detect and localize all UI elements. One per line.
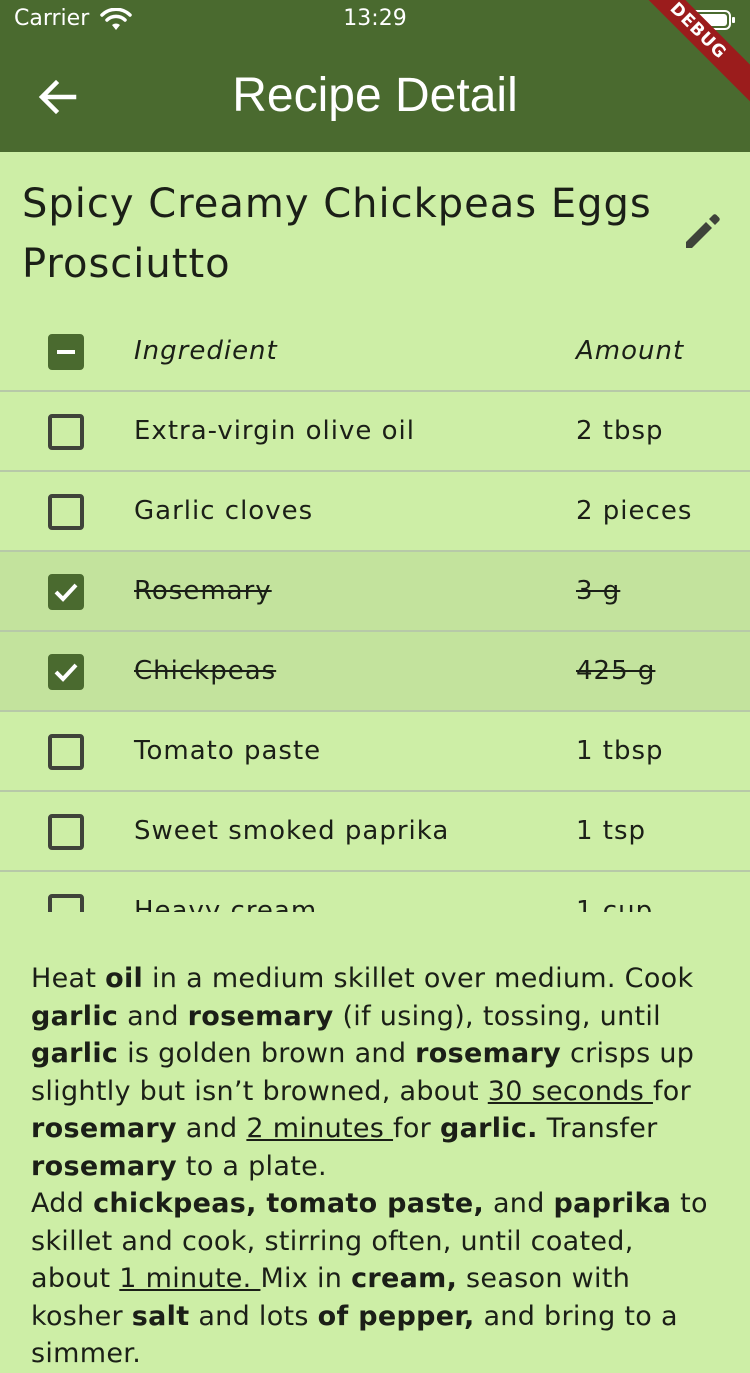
ingredient-name: Sweet smoked paprika <box>134 816 450 846</box>
ingredient-highlight: paprika <box>553 1188 672 1219</box>
ingredient-highlight: salt <box>131 1300 190 1332</box>
ingredient-column-header: Ingredient <box>134 336 278 366</box>
instruction-text: Transfer <box>537 1113 658 1144</box>
ingredient-name: Heavy cream <box>134 896 318 912</box>
instruction-text: Add <box>31 1188 94 1219</box>
ingredient-amount: 1 tbsp <box>576 736 664 766</box>
instruction-text: to a plate. <box>176 1150 327 1182</box>
ingredients-table: Ingredient Amount Extra-virgin olive oil… <box>0 312 750 912</box>
debug-label: DEBUG <box>620 0 750 111</box>
table-row[interactable]: Rosemary 3 g <box>0 552 750 632</box>
table-row[interactable]: Chickpeas 425 g <box>0 632 750 712</box>
instruction-paragraph: Add chickpeas, tomato paste, and paprika… <box>31 1185 721 1373</box>
timer-link[interactable]: 2 minutes <box>246 1113 393 1144</box>
ingredient-highlight: of pepper, <box>317 1300 475 1332</box>
row-checkbox[interactable] <box>48 414 84 450</box>
instruction-text: Heat <box>31 963 106 994</box>
table-row[interactable]: Heavy cream 1 cup <box>0 872 750 912</box>
table-row[interactable]: Tomato paste 1 tbsp <box>0 712 750 792</box>
minus-icon <box>57 350 75 354</box>
ingredient-highlight: oil <box>105 963 144 994</box>
instruction-text: (if using), tossing, until <box>333 1000 661 1032</box>
instruction-text: for <box>652 1075 691 1107</box>
amount-column-header: Amount <box>576 336 685 366</box>
ingredient-amount: 1 cup <box>576 896 654 912</box>
checkmark-icon <box>54 583 78 602</box>
instruction-text: and <box>118 1000 188 1032</box>
table-header-row: Ingredient Amount <box>0 312 750 392</box>
row-checkbox[interactable] <box>48 894 84 912</box>
edit-pencil-icon[interactable] <box>682 210 724 252</box>
ingredient-name: Garlic cloves <box>134 496 314 526</box>
table-row[interactable]: Extra-virgin olive oil 2 tbsp <box>0 392 750 472</box>
ingredient-highlight: rosemary <box>31 1113 177 1144</box>
ingredient-highlight: rosemary <box>415 1038 562 1069</box>
ingredient-amount: 425 g <box>576 656 656 686</box>
timer-link[interactable]: 30 seconds <box>488 1076 653 1107</box>
ingredient-name: Rosemary <box>134 576 272 606</box>
ingredient-amount: 2 pieces <box>576 496 693 526</box>
instruction-text: in a medium skillet over medium. Cook <box>143 963 694 994</box>
checkmark-icon <box>54 663 78 682</box>
instruction-text: for <box>393 1113 440 1144</box>
recipe-instructions: Heat oil in a medium skillet over medium… <box>31 960 721 1373</box>
ingredient-highlight: cream, <box>351 1263 458 1294</box>
ingredient-name: Tomato paste <box>134 736 322 766</box>
row-checkbox[interactable] <box>48 574 84 610</box>
instruction-text: and lots <box>189 1300 318 1332</box>
instruction-paragraph: Heat oil in a medium skillet over medium… <box>31 960 721 1185</box>
ingredient-name: Chickpeas <box>134 656 277 686</box>
row-checkbox[interactable] <box>48 654 84 690</box>
ingredient-highlight: garlic. <box>439 1113 538 1144</box>
debug-banner: DEBUG <box>620 0 750 130</box>
ingredient-name: Extra-virgin olive oil <box>134 416 415 446</box>
ingredient-highlight: garlic <box>31 1000 119 1032</box>
table-row[interactable]: Sweet smoked paprika 1 tsp <box>0 792 750 872</box>
select-all-checkbox[interactable] <box>48 334 84 370</box>
instruction-text: Mix in <box>260 1263 352 1294</box>
ingredient-highlight: rosemary <box>187 1000 334 1032</box>
row-checkbox[interactable] <box>48 814 84 850</box>
ingredient-amount: 1 tsp <box>576 816 647 846</box>
recipe-title: Spicy Creamy Chickpeas Eggs Prosciutto <box>22 181 652 287</box>
table-row[interactable]: Garlic cloves 2 pieces <box>0 472 750 552</box>
ingredient-highlight: rosemary <box>31 1150 177 1182</box>
row-checkbox[interactable] <box>48 494 84 530</box>
instruction-text: and <box>176 1113 247 1144</box>
ingredient-amount: 2 tbsp <box>576 416 664 446</box>
timer-link[interactable]: 1 minute. <box>119 1263 260 1294</box>
ingredient-highlight: chickpeas, tomato paste, <box>93 1188 485 1219</box>
instruction-text: is golden brown and <box>118 1038 416 1069</box>
instruction-text: and <box>484 1188 554 1219</box>
row-checkbox[interactable] <box>48 734 84 770</box>
ingredient-amount: 3 g <box>576 576 621 606</box>
ingredient-highlight: garlic <box>31 1038 119 1069</box>
